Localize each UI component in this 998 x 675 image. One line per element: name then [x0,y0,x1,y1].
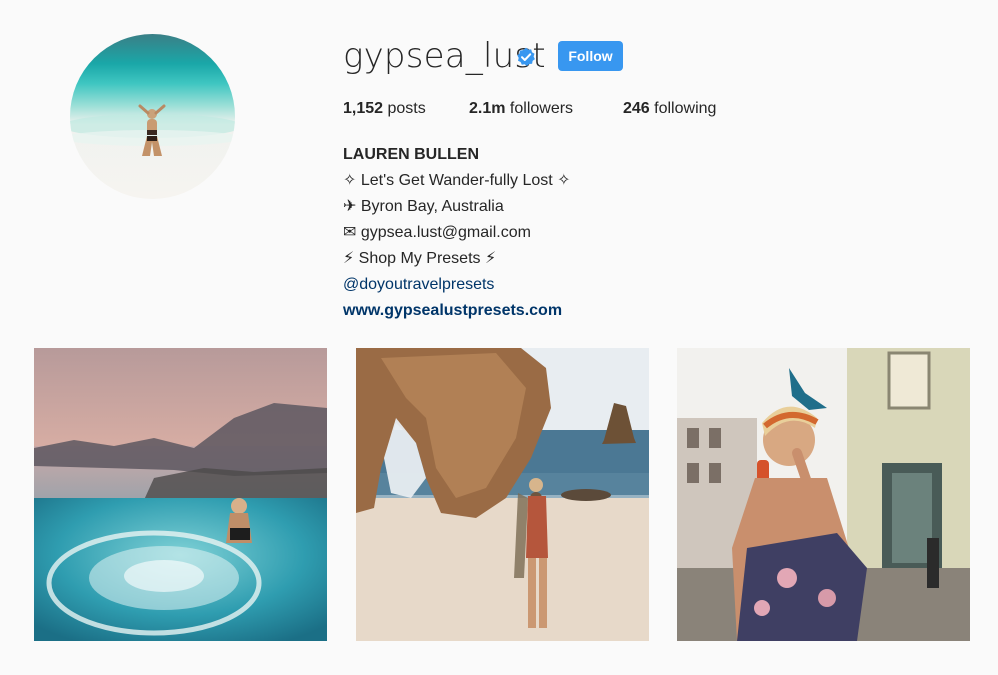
bio-line-tagline: ✧ Let's Get Wander-fully Lost ✧ [343,172,571,189]
post-image-infinity-pool [34,348,327,641]
posts-label: posts [387,100,426,117]
bio-line-shop: ⚡ Shop My Presets ⚡ [343,250,497,267]
verified-badge-icon [517,47,535,66]
stat-following[interactable]: 246 following [623,100,716,118]
bio-website-link[interactable]: www.gypsealustpresets.com [343,301,562,321]
bio-line-location: ✈ Byron Bay, Australia [343,198,504,215]
stat-followers[interactable]: 2.1m followers [469,100,573,118]
avatar-photo [70,104,235,156]
post-image-beach-rocks [356,348,649,641]
bio-mention-link[interactable]: @doyoutravelpresets [343,275,494,295]
post-thumbnail-2[interactable] [356,348,649,641]
bio-line-email: ✉ gypsea.lust@gmail.com [343,224,531,241]
followers-count: 2.1m [469,100,506,117]
follow-button[interactable]: Follow [558,41,623,71]
posts-count: 1,152 [343,100,384,117]
following-count: 246 [623,100,650,117]
profile-full-name: LAUREN BULLEN [343,146,479,163]
stat-posts: 1,152 posts [343,100,426,118]
profile-avatar[interactable] [70,34,235,199]
followers-label: followers [509,100,574,117]
post-thumbnail-1[interactable] [34,348,327,641]
post-image-street-portrait [677,348,970,641]
post-thumbnail-3[interactable] [677,348,970,641]
following-label: following [654,100,717,117]
